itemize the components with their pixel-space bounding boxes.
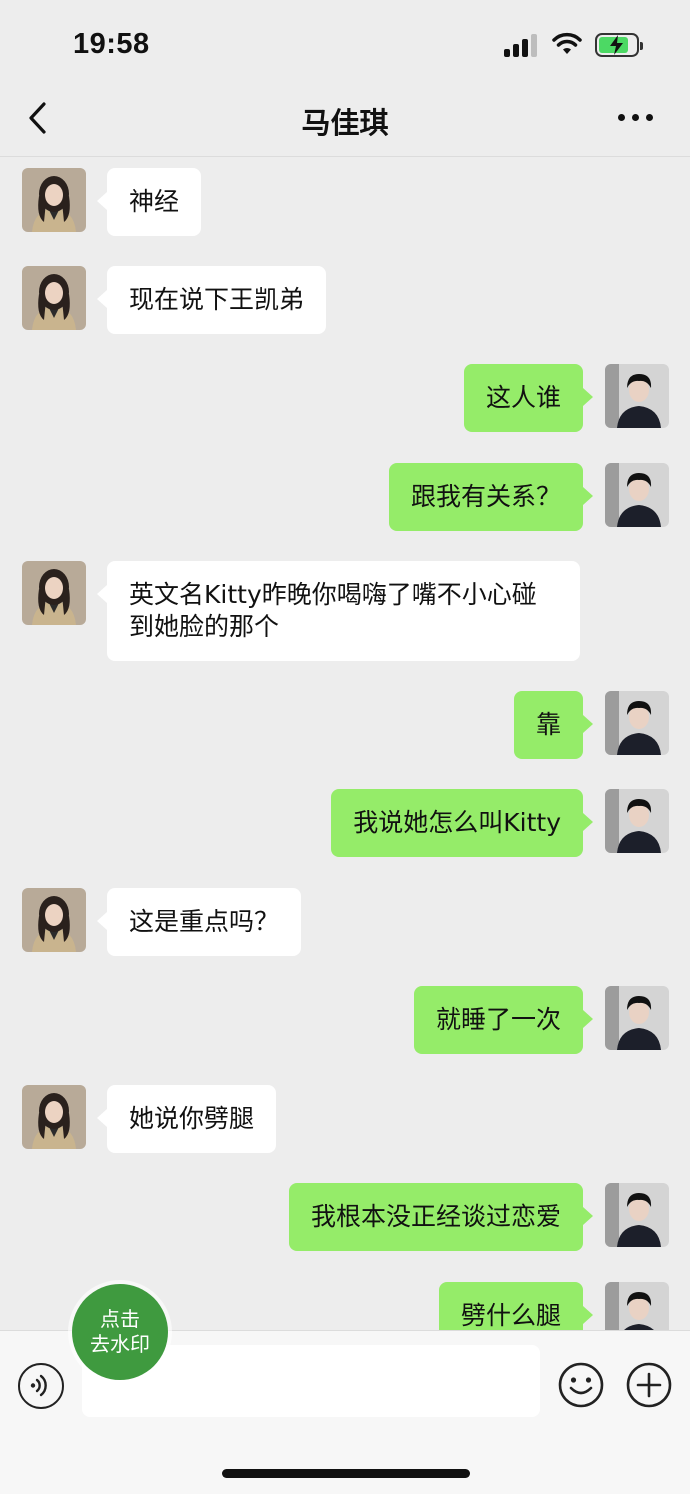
message-bubble[interactable]: 我根本没正经谈过恋爱 [288, 1183, 594, 1251]
message-bubble[interactable]: 靠 [513, 691, 594, 759]
contact-avatar[interactable] [22, 1085, 86, 1149]
message-bubble[interactable]: 就睡了一次 [413, 986, 594, 1054]
status-bar: 19:58 [0, 0, 690, 90]
message-bubble[interactable]: 这是重点吗？ [96, 888, 302, 956]
message-bubble[interactable]: 英文名Kitty昨晚你喝嗨了嘴不小心碰 到她脸的那个 [97, 561, 580, 661]
self-avatar[interactable] [605, 1183, 669, 1247]
avatar-portrait [22, 888, 86, 952]
contact-avatar[interactable] [22, 888, 86, 952]
voice-icon[interactable] [18, 1363, 64, 1409]
signal-icon [504, 33, 540, 57]
contact-avatar[interactable] [22, 561, 86, 625]
avatar-portrait [22, 168, 86, 232]
message-bubble[interactable]: 神经 [96, 168, 202, 236]
message-bubble[interactable]: 这人谁 [463, 364, 594, 432]
self-avatar[interactable] [605, 1282, 669, 1330]
home-indicator [222, 1469, 470, 1478]
avatar-portrait [605, 986, 669, 1050]
plus-icon[interactable] [625, 1361, 673, 1409]
avatar-portrait [605, 364, 669, 428]
avatar-portrait [22, 561, 86, 625]
message-bubble[interactable]: 我说她怎么叫Kitty [331, 789, 593, 857]
message-bubble[interactable]: 跟我有关系？ [388, 463, 594, 531]
self-avatar[interactable] [605, 789, 669, 853]
message-list[interactable]: 神经 现在说下王凯弟 这人谁 跟我有关系？ 英文名Kitty昨晚你喝嗨了嘴不小心… [0, 157, 690, 1330]
battery-charging-icon [595, 33, 643, 57]
avatar-portrait [605, 789, 669, 853]
contact-avatar[interactable] [22, 168, 86, 232]
avatar-portrait [22, 1085, 86, 1149]
chat-header: 马佳琪 [0, 90, 690, 157]
remove-watermark-line2: 去水印 [90, 1332, 150, 1356]
more-icon[interactable] [616, 108, 656, 124]
avatar-portrait [605, 691, 669, 755]
emoji-icon[interactable] [557, 1361, 605, 1409]
remove-watermark-line1: 点击 [100, 1307, 140, 1331]
avatar-portrait [605, 1183, 669, 1247]
message-bubble[interactable]: 她说你劈腿 [96, 1085, 277, 1153]
self-avatar[interactable] [605, 691, 669, 755]
avatar-portrait [605, 463, 669, 527]
contact-avatar[interactable] [22, 266, 86, 330]
self-avatar[interactable] [605, 364, 669, 428]
avatar-portrait [605, 1282, 669, 1330]
message-bubble[interactable]: 现在说下王凯弟 [96, 266, 327, 334]
self-avatar[interactable] [605, 463, 669, 527]
self-avatar[interactable] [605, 986, 669, 1050]
avatar-portrait [22, 266, 86, 330]
message-bubble[interactable]: 劈什么腿 [438, 1282, 594, 1330]
remove-watermark-button[interactable]: 点击 去水印 [72, 1284, 168, 1380]
status-time: 19:58 [73, 28, 150, 60]
wifi-icon [552, 32, 582, 54]
chat-title: 马佳琪 [301, 106, 389, 140]
